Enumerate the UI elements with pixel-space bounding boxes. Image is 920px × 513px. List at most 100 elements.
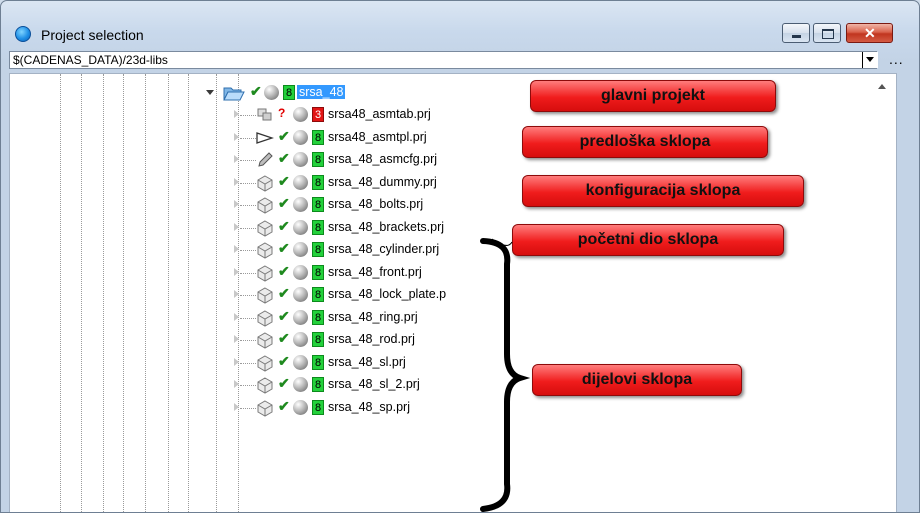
tree-connector [240,205,256,206]
sphere-icon [293,152,308,167]
tree-item[interactable]: ✔ 8 srsa_48_lock_plate.p [10,284,870,306]
tree-connector [240,115,256,116]
version-badge: 8 [312,287,324,302]
expand-arrow-icon[interactable] [234,132,239,141]
part-cube-icon [256,376,274,394]
browse-button[interactable]: ... [889,51,904,67]
version-badge: 8 [312,399,324,415]
maximize-icon [822,29,834,39]
assembly-table-icon [256,106,274,124]
sphere-icon [293,264,308,280]
part-cube-icon [256,174,274,192]
part-cube-icon [256,354,274,372]
version-badge: 8 [312,174,324,190]
version-badge: 8 [312,264,324,280]
tree-item[interactable]: ✔ 8 srsa_48_cylinder.prj [10,239,870,261]
tree-connector [240,137,256,139]
app-globe-icon [15,26,31,42]
tree-item-label: srsa48_asmtab.prj [328,107,431,121]
tree-connector [240,407,256,409]
tree-item[interactable]: ✔ 8 srsa_48_sl_2.prj [10,374,870,396]
path-combobox[interactable]: $(CADENAS_DATA)/23d-libs [9,51,878,69]
status-ok-icon: ✔ [278,375,290,391]
tree-item[interactable]: ✔ 8 srsa_48_rod.prj [10,329,870,351]
sphere-icon [293,287,308,302]
minimize-icon [792,35,801,38]
tree-item-label: srsa_48_sp.prj [328,399,410,414]
close-button[interactable]: ✕ [846,23,893,43]
tree-item-label: srsa_48_sl_2.prj [328,377,420,391]
sphere-icon [293,399,308,415]
tree-item[interactable]: ✔ 8 srsa48_asmtpl.prj [10,127,870,149]
part-cube-icon [256,241,274,259]
expand-arrow-icon[interactable] [234,290,239,298]
sphere-icon [293,332,308,347]
tree-root-label: srsa_48 [297,85,346,99]
chevron-down-icon [866,57,874,62]
version-badge: 3 [312,107,324,122]
expand-arrow-icon[interactable] [234,267,239,276]
version-badge: 8 [312,309,324,325]
tree-connector [240,340,256,341]
expand-arrow-icon[interactable] [234,357,239,366]
tree-item[interactable]: ✔ 8 srsa_48_bolts.prj [10,194,870,216]
part-cube-icon [256,286,274,304]
tree-item[interactable]: ✔ 8 srsa_48_dummy.prj [10,172,870,194]
sphere-icon [293,309,308,325]
window-title: Project selection [41,27,144,43]
expand-arrow-icon[interactable] [234,155,239,163]
minimize-button[interactable] [782,23,810,43]
pencil-icon [256,151,274,169]
expand-arrow-icon[interactable] [234,312,239,321]
tree-item[interactable]: ✔ 8 srsa_48_brackets.prj [10,217,870,239]
collapse-arrow-icon[interactable] [206,90,214,95]
tree-item[interactable]: ✔ 8 srsa_48_ring.prj [10,307,870,329]
tree-item[interactable]: ✔ 8 srsa_48_sp.prj [10,397,870,419]
status-ok-icon: ✔ [278,352,290,369]
title-bar[interactable]: Project selection ✕ [1,1,919,49]
status-ok-icon: ✔ [278,262,290,279]
project-tree[interactable]: ✔ 8 srsa_48 glavni projekt predloška skl… [9,73,897,512]
sphere-icon [293,219,308,235]
status-ok-icon: ✔ [278,330,290,346]
tree-connector [240,295,256,296]
project-selection-window: Project selection ✕ $(CADENAS_DATA)/23d-… [0,0,920,513]
tree-item-label: srsa_48_lock_plate.p [328,287,447,301]
expand-arrow-icon[interactable] [234,110,239,118]
tree-connector [240,160,256,161]
path-dropdown-button[interactable] [862,52,878,68]
tree-item[interactable]: ✔ 8 srsa_48_asmcfg.prj [10,149,870,171]
expand-arrow-icon[interactable] [234,200,239,208]
tree-item[interactable]: ✔ 8 srsa_48_front.prj [10,262,870,284]
part-cube-icon [256,399,274,417]
expand-arrow-icon[interactable] [234,222,239,231]
expand-arrow-icon[interactable] [234,245,239,253]
tree-connector [240,317,256,319]
version-badge: 8 [312,197,324,212]
close-icon: ✕ [864,25,876,41]
tree-item-label: srsa_48_asmcfg.prj [328,152,438,166]
tree-item[interactable]: ? 3 srsa48_asmtab.prj [10,104,870,126]
version-badge: 8 [312,219,324,235]
expand-arrow-icon[interactable] [234,402,239,411]
expand-arrow-icon[interactable] [234,335,239,343]
path-value: $(CADENAS_DATA)/23d-libs [13,53,168,67]
status-unknown-icon: ? [278,106,286,120]
expand-arrow-icon[interactable] [234,380,239,388]
status-ok-icon: ✔ [278,150,290,166]
tree-connector [240,362,256,364]
sphere-icon [264,85,279,100]
tree-connector [240,182,256,184]
sphere-icon [293,242,308,257]
tree-connector [240,272,256,274]
maximize-button[interactable] [813,23,841,43]
version-badge: 8 [312,129,324,145]
version-badge: 8 [312,152,324,167]
expand-arrow-icon[interactable] [234,177,239,186]
scroll-up-icon[interactable] [878,84,886,89]
status-ok-icon: ✔ [278,397,290,414]
status-ok-icon: ✔ [278,127,290,144]
tree-item[interactable]: ✔ 8 srsa_48_sl.prj [10,352,870,374]
part-cube-icon [256,309,274,327]
part-cube-icon [256,219,274,237]
